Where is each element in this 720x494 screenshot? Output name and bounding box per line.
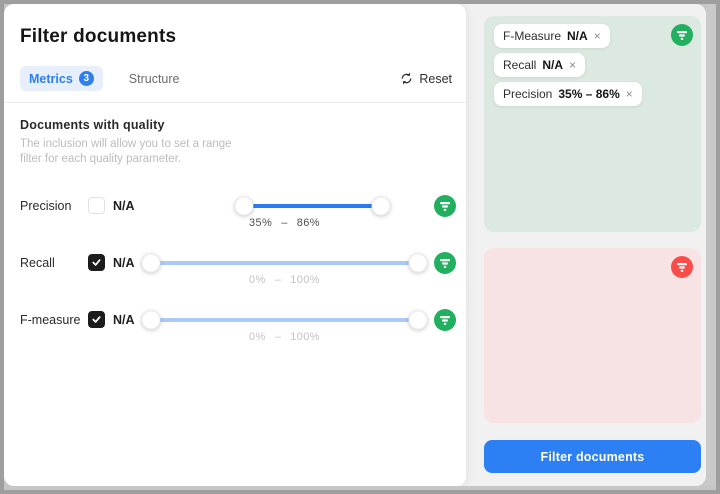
preview-panel: F-Measure N/A × Recall N/A × Precision 3… (466, 4, 706, 486)
checkmark-icon (91, 314, 102, 325)
filter-row-recall: Recall N/A 0%–100% (4, 252, 466, 309)
slider-thumb-min[interactable] (142, 311, 161, 330)
filter-icon[interactable] (434, 195, 456, 217)
filter-documents-button[interactable]: Filter documents (484, 440, 701, 473)
section-description: The inclusion will allow you to set a ra… (20, 137, 450, 166)
filter-icon[interactable] (671, 256, 693, 278)
tag-label: Precision (503, 87, 552, 101)
tag-value: N/A (567, 29, 588, 43)
included-tags: F-Measure N/A × Recall N/A × Precision 3… (494, 24, 691, 111)
section-heading: Documents with quality (20, 118, 450, 132)
filter-icon[interactable] (434, 309, 456, 331)
na-label: N/A (113, 309, 141, 327)
range-value-text: 35%–86% (151, 217, 418, 229)
filter-tag: Precision 35% – 86% × (494, 82, 642, 106)
tabs-row: Metrics 3 Structure Reset (20, 65, 452, 92)
row-label: Recall (20, 252, 88, 270)
na-checkbox[interactable] (88, 254, 105, 271)
tab-metrics[interactable]: Metrics 3 (20, 66, 103, 91)
scrollbar-track[interactable] (706, 4, 716, 486)
refresh-icon (400, 72, 413, 85)
slider-fill (244, 204, 380, 208)
filter-panel: Filter documents Metrics 3 Structure Res… (4, 4, 466, 486)
excluded-filters-box (484, 248, 701, 424)
slider-fill (151, 261, 418, 265)
reset-label: Reset (419, 72, 452, 86)
filter-modal: Filter documents Metrics 3 Structure Res… (4, 4, 706, 486)
tag-value: N/A (542, 58, 563, 72)
filter-tag: F-Measure N/A × (494, 24, 610, 48)
tab-metrics-label: Metrics (29, 72, 73, 86)
slider-thumb-max[interactable] (409, 311, 428, 330)
range-slider[interactable]: 0%–100% (151, 309, 418, 359)
na-label: N/A (113, 195, 141, 213)
na-checkbox[interactable] (88, 197, 105, 214)
tabs-divider (4, 102, 466, 103)
range-slider[interactable]: 35%–86% (151, 195, 418, 245)
filter-icon[interactable] (671, 24, 693, 46)
close-icon[interactable]: × (594, 29, 601, 43)
row-label: F-measure (20, 309, 88, 327)
tab-structure[interactable]: Structure (129, 72, 180, 86)
filter-icon[interactable] (434, 252, 456, 274)
range-value-text: 0%–100% (151, 331, 418, 343)
reset-button[interactable]: Reset (400, 72, 452, 86)
slider-thumb-min[interactable] (235, 197, 254, 216)
slider-thumb-max[interactable] (409, 254, 428, 273)
slider-fill (151, 318, 418, 322)
tag-label: Recall (503, 58, 536, 72)
tag-value: 35% – 86% (558, 87, 619, 101)
filter-row-f-measure: F-measure N/A 0%–100% (4, 309, 466, 366)
slider-thumb-max[interactable] (371, 197, 390, 216)
range-value-text: 0%–100% (151, 274, 418, 286)
page-title: Filter documents (20, 26, 466, 48)
row-label: Precision (20, 195, 88, 213)
filter-tag: Recall N/A × (494, 53, 585, 77)
tab-metrics-badge: 3 (79, 71, 94, 86)
close-icon[interactable]: × (569, 58, 576, 72)
quality-section-header: Documents with quality The inclusion wil… (20, 118, 450, 166)
filter-rows: Precision N/A 35%–86% (4, 166, 466, 366)
filter-row-precision: Precision N/A 35%–86% (4, 195, 466, 252)
included-filters-box: F-Measure N/A × Recall N/A × Precision 3… (484, 16, 701, 232)
checkmark-icon (91, 257, 102, 268)
close-icon[interactable]: × (626, 87, 633, 101)
slider-thumb-min[interactable] (142, 254, 161, 273)
range-slider[interactable]: 0%–100% (151, 252, 418, 302)
tag-label: F-Measure (503, 29, 561, 43)
na-checkbox[interactable] (88, 311, 105, 328)
na-label: N/A (113, 252, 141, 270)
